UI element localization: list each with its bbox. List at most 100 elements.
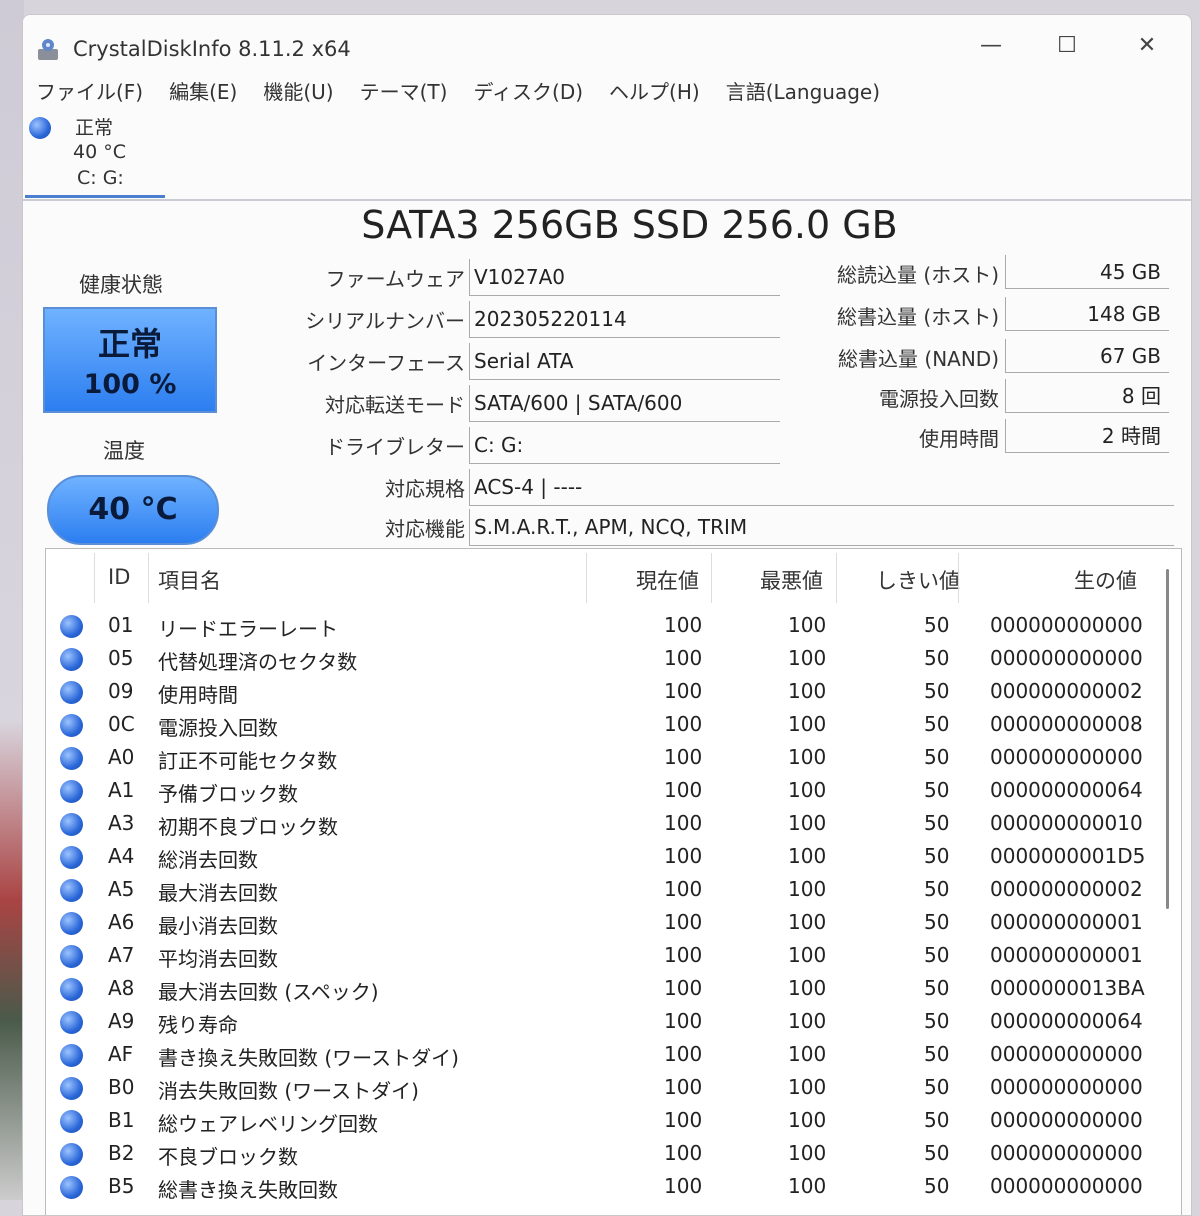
health-status-icon <box>29 117 51 139</box>
smart-raw: 000000000000 <box>990 1141 1143 1165</box>
info-row-interface: インターフェース <box>243 343 465 381</box>
col-header-id[interactable]: ID <box>108 565 130 589</box>
info-row-transfer-mode: 対応転送モード <box>243 385 465 423</box>
smart-worst: 100 <box>788 976 827 1000</box>
info-row-firmware: ファームウェア <box>243 259 465 297</box>
table-row[interactable]: A0 訂正不可能セクタ数 100 100 50 000000000000 <box>46 743 1156 776</box>
smart-threshold: 50 <box>924 1174 950 1198</box>
menu-help[interactable]: ヘルプ(H) <box>596 77 713 111</box>
info-row-standard: 対応規格 <box>243 469 465 507</box>
col-header-raw[interactable]: 生の値 <box>1074 565 1137 595</box>
temperature-button[interactable]: 40 °C <box>47 475 219 545</box>
health-status-text: 正常 <box>97 325 162 363</box>
info-label: インターフェース <box>307 351 465 375</box>
table-row[interactable]: 0C 電源投入回数 100 100 50 000000000008 <box>46 710 1156 743</box>
menu-function[interactable]: 機能(U) <box>250 77 346 111</box>
health-label: 健康状態 <box>79 273 163 297</box>
smart-threshold: 50 <box>924 778 950 802</box>
table-row[interactable]: 05 代替処理済のセクタ数 100 100 50 000000000000 <box>46 644 1156 677</box>
col-header-threshold[interactable]: しきい値 <box>876 565 960 595</box>
app-icon <box>38 39 58 60</box>
menu-edit[interactable]: 編集(E) <box>156 77 250 111</box>
col-header-name[interactable]: 項目名 <box>158 565 221 595</box>
smart-current: 100 <box>664 910 703 934</box>
smart-threshold: 50 <box>924 712 950 736</box>
table-row[interactable]: A7 平均消去回数 100 100 50 000000000001 <box>46 941 1156 974</box>
smart-threshold: 50 <box>924 745 950 769</box>
smart-threshold: 50 <box>924 976 950 1000</box>
stat-row-host-writes: 総書込量 (ホスト) <box>793 297 999 335</box>
title-bar[interactable]: CrystalDiskInfo 8.11.2 x64 — ☐ ✕ <box>23 15 1191 75</box>
smart-id: AF <box>108 1042 134 1066</box>
info-value-transfer-mode: SATA/600 | SATA/600 <box>469 385 780 422</box>
smart-raw: 000000000000 <box>990 745 1143 769</box>
smart-threshold: 50 <box>924 1075 950 1099</box>
smart-worst: 100 <box>788 1108 827 1132</box>
info-row-features: 対応機能 <box>243 509 465 547</box>
smart-raw: 000000000064 <box>990 1009 1143 1033</box>
minimize-button[interactable]: — <box>961 25 1021 65</box>
table-row[interactable]: A3 初期不良ブロック数 100 100 50 000000000010 <box>46 809 1156 842</box>
status-dot-icon <box>60 1110 83 1133</box>
table-row[interactable]: B2 不良ブロック数 100 100 50 000000000000 <box>46 1139 1156 1172</box>
info-value-interface: Serial ATA <box>469 343 780 380</box>
health-status-button[interactable]: 正常 100 % <box>43 307 217 413</box>
table-row[interactable]: AF 書き換え失敗回数 (ワーストダイ) 100 100 50 000000000000 <box>46 1040 1156 1073</box>
menu-language[interactable]: 言語(Language) <box>713 77 893 111</box>
table-row[interactable]: A9 残り寿命 100 100 50 000000000064 <box>46 1007 1156 1040</box>
info-value-standard: ACS-4 | ---- <box>469 469 1174 506</box>
smart-table[interactable]: ID 項目名 現在値 最悪値 しきい値 生の値 01 リードエラーレート 100 10… <box>45 548 1182 1215</box>
smart-id: B0 <box>108 1075 135 1099</box>
smart-worst: 100 <box>788 1141 827 1165</box>
menu-disk[interactable]: ディスク(D) <box>460 77 596 111</box>
smart-threshold: 50 <box>924 910 950 934</box>
smart-id: A0 <box>108 745 135 769</box>
smart-name: 消去失敗回数 (ワーストダイ) <box>158 1079 419 1103</box>
table-row[interactable]: A1 予備ブロック数 100 100 50 000000000064 <box>46 776 1156 809</box>
column-separator <box>836 553 837 603</box>
smart-threshold: 50 <box>924 844 950 868</box>
table-row[interactable]: A4 総消去回数 100 100 50 0000000001D5 <box>46 842 1156 875</box>
table-scrollbar[interactable] <box>1166 569 1169 909</box>
col-header-worst[interactable]: 最悪値 <box>760 565 823 595</box>
status-dot-icon <box>60 879 83 902</box>
col-header-current[interactable]: 現在値 <box>636 565 699 595</box>
smart-raw: 000000000000 <box>990 646 1143 670</box>
menu-file[interactable]: ファイル(F) <box>23 77 156 111</box>
status-dot-icon <box>60 714 83 737</box>
close-button[interactable]: ✕ <box>1117 25 1177 65</box>
smart-raw: 000000000000 <box>990 1108 1143 1132</box>
smart-worst: 100 <box>788 1042 827 1066</box>
smart-name: 平均消去回数 <box>158 947 278 971</box>
table-row[interactable]: A8 最大消去回数 (スペック) 100 100 50 0000000013BA <box>46 974 1156 1007</box>
health-percent: 100 % <box>83 369 177 400</box>
smart-raw: 000000000001 <box>990 910 1143 934</box>
smart-name: 電源投入回数 <box>158 716 278 740</box>
smart-name: 初期不良ブロック数 <box>158 815 338 839</box>
smart-worst: 100 <box>788 877 827 901</box>
smart-threshold: 50 <box>924 646 950 670</box>
smart-raw: 000000000002 <box>990 679 1143 703</box>
smart-raw: 000000000000 <box>990 613 1143 637</box>
smart-name: 予備ブロック数 <box>158 782 298 806</box>
table-row[interactable]: A5 最大消去回数 100 100 50 000000000002 <box>46 875 1156 908</box>
table-row[interactable]: 09 使用時間 100 100 50 000000000002 <box>46 677 1156 710</box>
smart-name: 代替処理済のセクタ数 <box>158 650 358 674</box>
status-dot-icon <box>60 681 83 704</box>
smart-threshold: 50 <box>924 1042 950 1066</box>
smart-current: 100 <box>664 778 703 802</box>
menu-theme[interactable]: テーマ(T) <box>347 77 461 111</box>
stat-label: 総読込量 (ホスト) <box>837 263 999 287</box>
smart-name: 最小消去回数 <box>158 914 278 938</box>
table-row[interactable]: B0 消去失敗回数 (ワーストダイ) 100 100 50 000000000000 <box>46 1073 1156 1106</box>
table-row[interactable]: 01 リードエラーレート 100 100 50 000000000000 <box>46 611 1156 644</box>
disk-tab[interactable]: 正常 40 °C C: G: <box>25 111 165 198</box>
smart-name: 最大消去回数 <box>158 881 278 905</box>
desktop-background <box>0 0 24 1200</box>
maximize-button[interactable]: ☐ <box>1037 25 1097 65</box>
table-row[interactable]: A6 最小消去回数 100 100 50 000000000001 <box>46 908 1156 941</box>
info-label: 対応転送モード <box>325 393 465 417</box>
table-row[interactable]: B5 総書き換え失敗回数 100 100 50 000000000000 <box>46 1172 1156 1205</box>
table-row[interactable]: B1 総ウェアレベリング回数 100 100 50 000000000000 <box>46 1106 1156 1139</box>
smart-raw: 0000000001D5 <box>990 844 1146 868</box>
